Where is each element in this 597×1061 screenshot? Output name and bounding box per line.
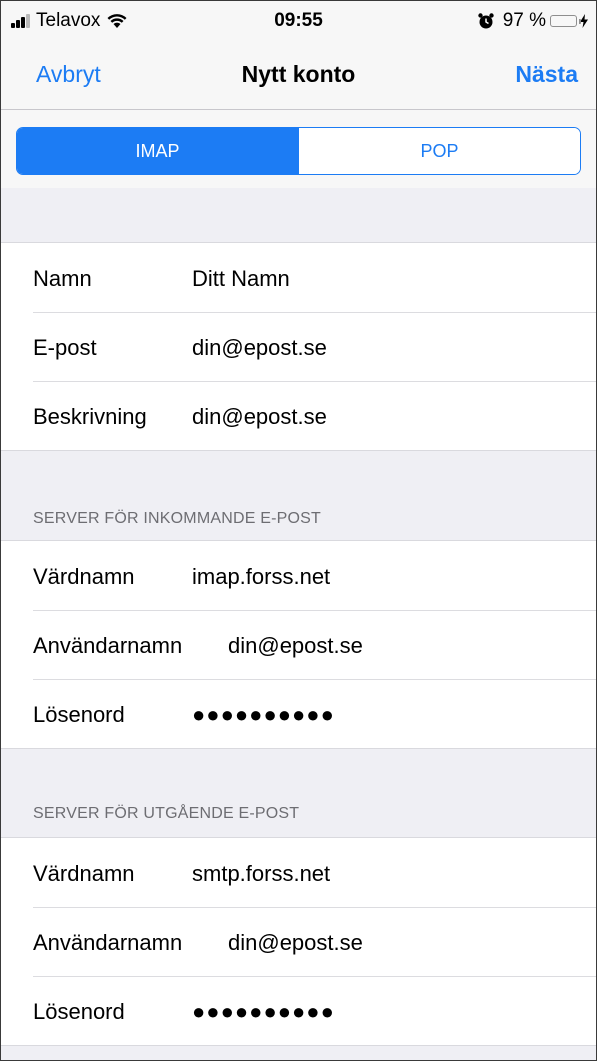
outgoing-username-field[interactable]: din@epost.se <box>228 930 363 956</box>
incoming-password-field[interactable]: ●●●●●●●●●● <box>192 702 335 728</box>
outgoing-username-row[interactable]: Användarnamn din@epost.se <box>1 907 596 976</box>
email-field[interactable]: din@epost.se <box>192 335 327 361</box>
page-title: Nytt konto <box>241 61 356 87</box>
incoming-username-label: Användarnamn <box>33 633 183 658</box>
description-label: Beskrivning <box>33 404 147 429</box>
outgoing-password-label: Lösenord <box>33 999 125 1024</box>
navigation-bar: Avbryt Nytt konto Nästa <box>1 41 596 110</box>
email-label: E-post <box>33 335 97 360</box>
outgoing-password-field[interactable]: ●●●●●●●●●● <box>192 999 335 1025</box>
account-info-group: Namn Ditt Namn E-post din@epost.se Beskr… <box>1 242 596 451</box>
incoming-hostname-row[interactable]: Värdnamn imap.forss.net <box>1 541 596 610</box>
segment-area: IMAP POP <box>1 110 596 188</box>
incoming-hostname-field[interactable]: imap.forss.net <box>192 564 330 590</box>
outgoing-hostname-label: Värdnamn <box>33 861 135 886</box>
incoming-password-row[interactable]: Lösenord ●●●●●●●●●● <box>1 679 596 748</box>
outgoing-server-header: SERVER FÖR UTGÅENDE E-POST <box>33 805 300 822</box>
description-row[interactable]: Beskrivning din@epost.se <box>1 381 596 450</box>
name-label: Namn <box>33 266 92 291</box>
battery-percent: 97 % <box>502 10 546 31</box>
status-bar: Telavox 09:55 97 % <box>1 1 596 41</box>
description-field[interactable]: din@epost.se <box>192 404 327 430</box>
next-button[interactable]: Nästa <box>515 61 578 88</box>
phone-screen: Telavox 09:55 97 % Avbryt Nytt konto Näs… <box>0 0 597 1061</box>
outgoing-server-group: Värdnamn smtp.forss.net Användarnamn din… <box>1 837 596 1046</box>
name-row[interactable]: Namn Ditt Namn <box>1 243 596 312</box>
name-field[interactable]: Ditt Namn <box>192 266 290 292</box>
outgoing-hostname-field[interactable]: smtp.forss.net <box>192 861 330 887</box>
account-type-segmented-control: IMAP POP <box>16 127 581 175</box>
outgoing-hostname-row[interactable]: Värdnamn smtp.forss.net <box>1 838 596 907</box>
incoming-username-row[interactable]: Användarnamn din@epost.se <box>1 610 596 679</box>
email-row[interactable]: E-post din@epost.se <box>1 312 596 381</box>
outgoing-password-row[interactable]: Lösenord ●●●●●●●●●● <box>1 976 596 1045</box>
incoming-username-field[interactable]: din@epost.se <box>228 633 363 659</box>
incoming-hostname-label: Värdnamn <box>33 564 135 589</box>
outgoing-username-label: Användarnamn <box>33 930 183 955</box>
charging-bolt-icon <box>580 14 588 28</box>
incoming-password-label: Lösenord <box>33 702 125 727</box>
battery-icon <box>550 15 581 27</box>
alarm-icon <box>477 13 494 29</box>
incoming-server-group: Värdnamn imap.forss.net Användarnamn din… <box>1 540 596 749</box>
status-right: 97 % <box>477 10 588 32</box>
incoming-server-header: SERVER FÖR INKOMMANDE E-POST <box>33 510 322 527</box>
segment-imap[interactable]: IMAP <box>17 128 298 174</box>
segment-pop[interactable]: POP <box>298 128 580 174</box>
